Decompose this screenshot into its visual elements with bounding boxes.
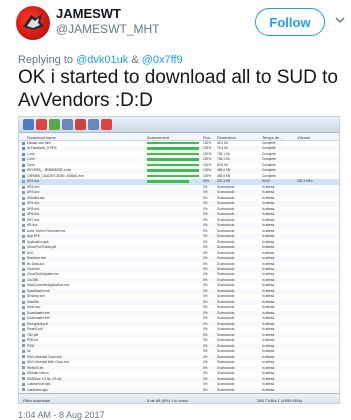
toolbar-pause-icon	[62, 119, 73, 130]
file-icon	[22, 207, 25, 211]
file-icon	[22, 360, 25, 364]
progress-bar	[147, 180, 189, 183]
file-icon	[22, 284, 25, 288]
toolbar-schedule-icon	[101, 119, 112, 130]
file-icon	[22, 234, 25, 238]
file-icon	[22, 158, 25, 162]
tweet-header: JAMESWT @JAMESWT_MHT Follow	[0, 0, 351, 46]
media-download-list: kobasit.com.html 100% 65.2 Kb Complete ALFac…	[19, 141, 339, 393]
file-icon	[22, 295, 25, 299]
progress-bar	[147, 163, 199, 167]
file-icon	[22, 317, 25, 321]
file-icon	[22, 366, 25, 370]
file-icon	[22, 300, 25, 304]
avatar-logo-icon	[23, 14, 44, 30]
progress-bar	[147, 174, 199, 178]
reply-context: Replying to @dvk01uk & @0x7ff9	[18, 54, 183, 66]
file-icon	[22, 202, 25, 206]
file-icon	[22, 328, 25, 332]
file-icon	[22, 218, 25, 222]
col-name: Download name	[27, 135, 56, 140]
file-icon	[22, 262, 25, 266]
file-icon	[22, 163, 25, 167]
progress-bar	[147, 152, 199, 156]
follow-button[interactable]: Follow	[255, 8, 325, 36]
file-icon	[22, 147, 25, 151]
media-column-header: Download name Avancement Pou... Dimensio…	[19, 133, 339, 141]
file-icon	[22, 256, 25, 260]
file-icon	[22, 344, 25, 348]
file-icon	[22, 388, 25, 392]
author-handle[interactable]: @JAMESWT_MHT	[56, 22, 160, 36]
file-icon	[22, 185, 25, 189]
reply-mention-2[interactable]: @0x7ff9	[142, 54, 183, 66]
col-status: Temps de...	[262, 135, 283, 140]
tweet-media-screenshot[interactable]: Download name Avancement Pou... Dimensio…	[18, 116, 340, 404]
file-icon	[22, 311, 25, 315]
file-icon	[22, 371, 25, 375]
file-icon	[22, 278, 25, 282]
status-left: Filtro download	[23, 398, 51, 403]
file-icon	[22, 223, 25, 227]
reply-separator: &	[131, 54, 139, 66]
file-icon	[22, 273, 25, 277]
reply-mention-1[interactable]: @dvk01uk	[76, 54, 128, 66]
toolbar-resume-icon	[49, 119, 60, 130]
file-icon	[22, 169, 25, 173]
avatar[interactable]	[16, 6, 50, 40]
file-icon	[22, 355, 25, 359]
file-icon	[22, 180, 25, 184]
reply-prefix: Replying to	[18, 54, 74, 66]
file-icon	[22, 322, 25, 326]
file-icon	[22, 267, 25, 271]
col-progress: Avancement	[147, 135, 170, 140]
tweet-timestamp[interactable]: 1:04 AM - 8 Aug 2017	[18, 410, 105, 420]
file-icon	[22, 382, 25, 386]
status-mid: 8 de 88 (8%) 1 in corso	[147, 398, 189, 403]
toolbar-delete-icon	[36, 119, 47, 130]
file-icon	[22, 191, 25, 195]
file-icon	[22, 251, 25, 255]
file-icon	[22, 333, 25, 337]
tweet-text: OK i started to download all to SUD to A…	[18, 67, 338, 111]
author-display-name[interactable]: JAMESWT	[56, 6, 121, 21]
file-icon	[22, 289, 25, 293]
file-icon	[22, 174, 25, 178]
progress-bar	[147, 141, 199, 145]
media-status-bar: Filtro download 8 de 88 (8%) 1 in corso …	[19, 393, 339, 403]
file-icon	[22, 229, 25, 233]
progress-bar	[147, 169, 199, 172]
file-icon	[22, 240, 25, 244]
toolbar-add-icon	[23, 119, 34, 130]
media-toolbar	[19, 117, 339, 133]
file-icon	[22, 213, 25, 216]
file-icon	[22, 141, 25, 145]
progress-bar	[147, 158, 199, 161]
file-icon	[22, 377, 25, 381]
tweet-card: JAMESWT @JAMESWT_MHT Follow Replying to …	[0, 0, 351, 420]
file-icon	[22, 306, 25, 310]
file-icon	[22, 196, 25, 200]
file-icon	[22, 339, 25, 342]
toolbar-stop-icon	[75, 119, 86, 130]
col-size: Dimension	[217, 135, 236, 140]
col-pct: Pou...	[203, 135, 214, 140]
file-icon	[22, 245, 25, 249]
col-speed: Vitesse	[297, 135, 311, 140]
status-right: 288 7 KB/s 1 (4999 KB/s)	[257, 398, 303, 403]
progress-bar	[147, 147, 199, 150]
file-icon	[22, 152, 25, 156]
toolbar-settings-icon	[88, 119, 99, 130]
file-icon	[22, 349, 25, 353]
chevron-down-icon[interactable]	[334, 14, 346, 26]
